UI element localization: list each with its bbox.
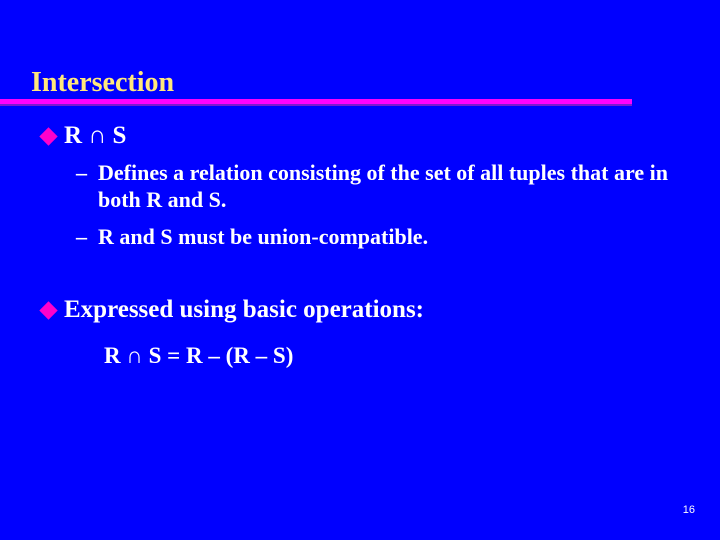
diamond-bullet-icon	[39, 127, 58, 146]
page-title: Intersection	[31, 67, 175, 98]
divider-rule-shadow	[0, 104, 632, 106]
bullet-item-intersection: R ∩ S	[0, 122, 720, 150]
diamond-bullet-icon	[39, 301, 58, 321]
bullet-label-intersection: R ∩ S	[64, 122, 127, 149]
bullet-item-expressed: Expressed using basic operations:	[0, 296, 720, 324]
sub-bullet-label-union-compatible: R and S must be union-compatible.	[98, 223, 429, 249]
formula-intersection-expression: R ∩ S = R – (R – S)	[104, 343, 294, 369]
slide-body: R ∩ S – Defines a relation consisting of…	[0, 122, 720, 370]
title-divider-rule	[0, 99, 632, 106]
dash-bullet-icon: –	[76, 160, 87, 185]
sub-bullet-label-definition: Defines a relation consisting of the set…	[98, 160, 668, 212]
slide: Intersection R ∩ S – Defines a relation …	[0, 0, 720, 540]
slide-number: 16	[682, 504, 695, 516]
sub-bullet-item-union-compatible: – R and S must be union-compatible.	[0, 224, 720, 251]
sub-bullet-item-definition: – Defines a relation consisting of the s…	[0, 160, 720, 214]
bullet-label-expressed: Expressed using basic operations:	[64, 296, 425, 324]
dash-bullet-icon: –	[76, 223, 87, 249]
